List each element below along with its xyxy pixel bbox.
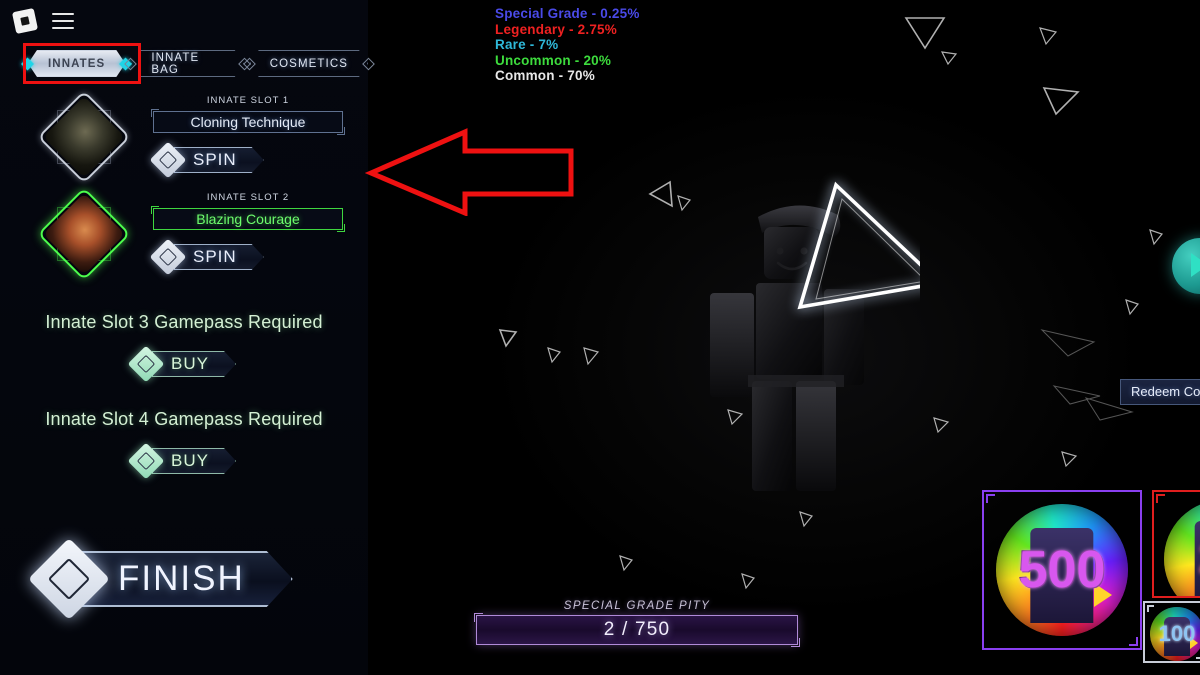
pity-label: SPECIAL GRADE PITY: [563, 600, 711, 612]
corner-decoration: [986, 494, 995, 503]
annotation-arrow-icon: [365, 128, 574, 216]
corner-decoration: [337, 224, 345, 232]
corner-decoration: [1147, 605, 1154, 612]
corner-decoration: [1129, 637, 1138, 646]
spin-button-label: SPIN: [193, 150, 237, 169]
corner-decoration: [474, 613, 483, 622]
innate-slot-2-name-label: Blazing Courage: [196, 211, 300, 227]
crate-icon: 500: [996, 504, 1128, 636]
crate-icon: 25: [1164, 500, 1200, 596]
player-character: [660, 175, 920, 535]
buy-button-label: BUY: [171, 451, 209, 470]
diamond-icon: [27, 537, 111, 621]
corner-decoration: [151, 109, 159, 117]
tab-label: INNATE BAG: [151, 51, 200, 76]
crate-amount: 100: [1158, 621, 1196, 646]
buy-button-slot-4[interactable]: BUY: [127, 442, 236, 480]
rarity-line: Special Grade - 0.25%: [495, 6, 640, 21]
finish-button[interactable]: FINISH: [27, 537, 293, 621]
innate-slot-2-name: Blazing Courage: [151, 206, 345, 232]
corner-decoration: [1156, 494, 1165, 503]
icon-frame-diamond: [37, 90, 131, 184]
tab-label: COSMETICS: [269, 57, 348, 70]
spin-button-slot-1[interactable]: SPIN: [149, 141, 264, 179]
spin-button-body: SPIN: [174, 147, 264, 173]
tab-innate-bag[interactable]: INNATE BAG: [124, 50, 251, 77]
corner-decoration: [151, 206, 159, 214]
crate-icon: 100: [1150, 607, 1200, 661]
crate-500-button[interactable]: 500: [982, 490, 1142, 650]
icon-frame-diamond: [37, 187, 131, 281]
hamburger-menu-icon[interactable]: [52, 13, 74, 30]
finish-button-label: FINISH: [118, 559, 245, 598]
finish-button-body: FINISH: [82, 551, 293, 607]
corner-decoration: [791, 638, 800, 647]
crate-100-button[interactable]: 100: [1143, 601, 1200, 663]
tab-cosmetics[interactable]: COSMETICS: [242, 50, 375, 77]
tab-label: INNATES: [48, 57, 106, 70]
buy-button-body: BUY: [152, 448, 236, 474]
innate-slot-3-locked-text: Innate Slot 3 Gamepass Required: [45, 312, 323, 332]
roblox-logo-icon[interactable]: [11, 7, 39, 35]
buy-button-body: BUY: [152, 351, 236, 377]
pity-progress-bar: 2 / 750: [474, 613, 800, 647]
special-grade-pity: SPECIAL GRADE PITY 2 / 750: [474, 600, 800, 647]
rarity-line: Legendary - 2.75%: [495, 21, 617, 37]
innate-slot-4-locked-text: Innate Slot 4 Gamepass Required: [45, 409, 323, 429]
spin-button-label: SPIN: [193, 247, 237, 266]
innate-slot-1-icon[interactable]: [37, 90, 131, 184]
spin-button-slot-2[interactable]: SPIN: [149, 238, 264, 276]
innate-slot-2-icon[interactable]: [37, 187, 131, 281]
crate-amount: 25: [1164, 534, 1200, 584]
crate-amount: 500: [1018, 541, 1106, 599]
innate-slot-1-caption: INNATE SLOT 1: [206, 95, 290, 106]
tab-innates[interactable]: INNATES: [21, 50, 133, 77]
top-bar: [0, 0, 368, 42]
buy-button-label: BUY: [171, 354, 209, 373]
innate-slot-1-name-label: Cloning Technique: [190, 114, 306, 130]
spin-button-body: SPIN: [174, 244, 264, 270]
innate-slot-2-caption: INNATE SLOT 2: [206, 192, 290, 203]
pity-value: 2 / 750: [603, 619, 671, 640]
corner-decoration: [1196, 652, 1200, 659]
rarity-line: Rare - 7%: [495, 37, 559, 53]
crate-25-button[interactable]: 25: [1152, 490, 1200, 598]
rarity-line: Uncommon - 20%: [495, 52, 612, 68]
rarity-odds-list: Special Grade - 0.25% Legendary - 2.75% …: [495, 6, 640, 84]
buy-button-slot-3[interactable]: BUY: [127, 345, 236, 383]
rarity-line: Common - 70%: [495, 68, 595, 84]
innates-panel: INNATES INNATE BAG COSMETICS INNATE SLOT…: [0, 0, 375, 675]
corner-decoration: [337, 127, 345, 135]
redeem-code-button[interactable]: Redeem Code: [1120, 379, 1200, 405]
tab-bar: INNATES INNATE BAG COSMETICS: [21, 50, 375, 77]
innate-slot-1-name: Cloning Technique: [151, 109, 345, 135]
